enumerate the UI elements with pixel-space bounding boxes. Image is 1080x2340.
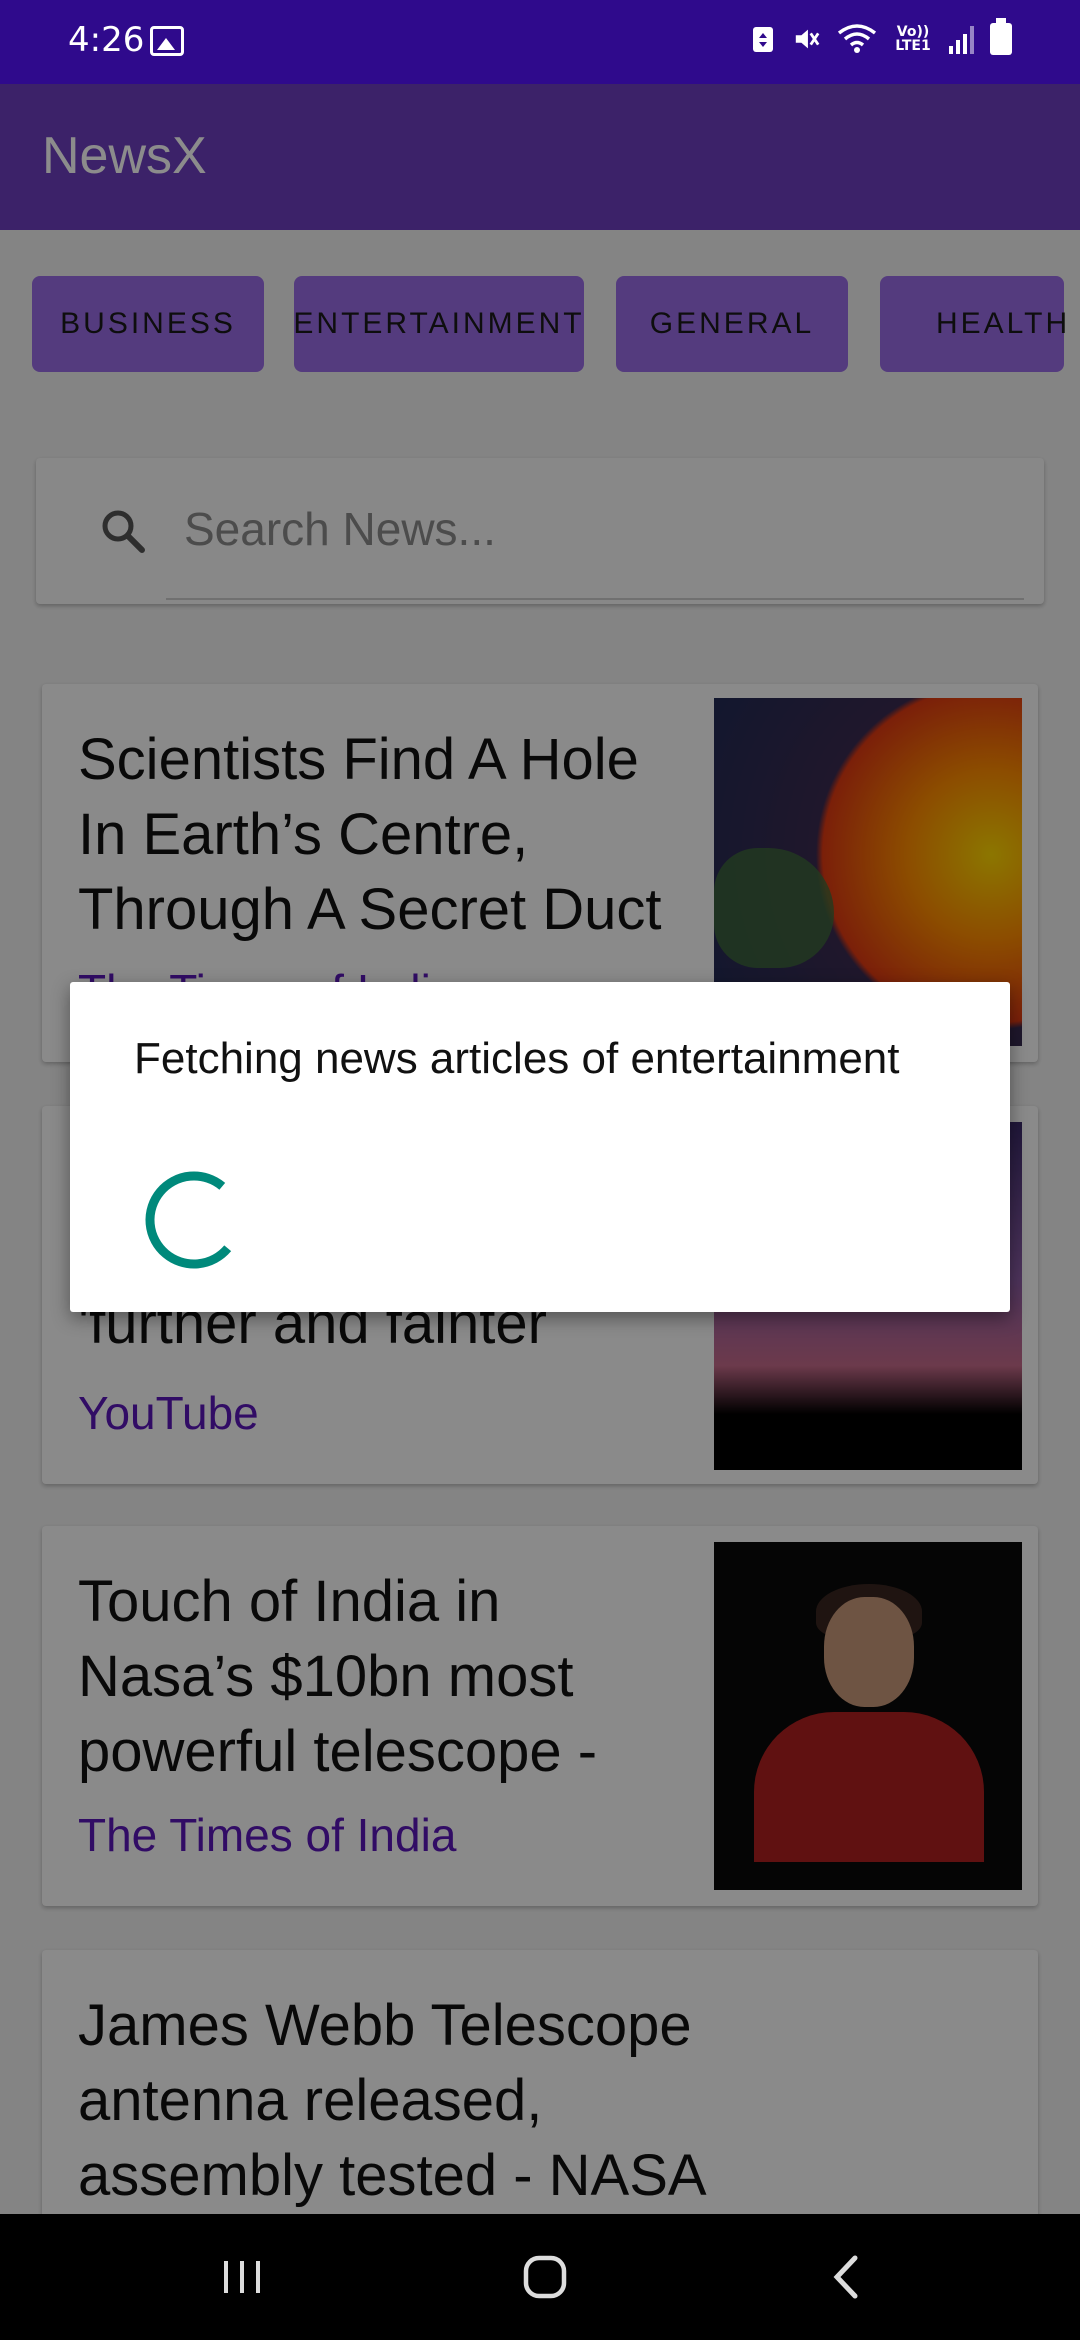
signal-icon — [949, 24, 974, 54]
loading-spinner-icon — [145, 1171, 232, 1269]
home-icon — [523, 2255, 567, 2299]
battery-saver-icon — [749, 22, 777, 56]
system-nav-bar — [0, 2214, 1080, 2340]
status-bar: 4:26 Vo)) LTE1 — [0, 0, 1080, 84]
back-icon — [833, 2255, 858, 2299]
volte-icon: Vo)) LTE1 — [895, 24, 931, 54]
recent-apps-icon — [224, 2261, 260, 2293]
back-button[interactable] — [812, 2244, 882, 2310]
dialog-message: Fetching news articles of entertainment — [134, 1034, 900, 1083]
battery-icon — [990, 18, 1012, 55]
loading-dialog: Fetching news articles of entertainment — [70, 982, 1010, 1312]
mute-icon — [793, 22, 821, 56]
status-time: 4:26 — [68, 20, 145, 60]
image-icon — [150, 26, 184, 56]
home-button[interactable] — [510, 2244, 580, 2310]
status-icons: Vo)) LTE1 — [749, 18, 1012, 56]
recent-apps-button[interactable] — [207, 2244, 277, 2310]
wifi-icon — [837, 22, 877, 56]
